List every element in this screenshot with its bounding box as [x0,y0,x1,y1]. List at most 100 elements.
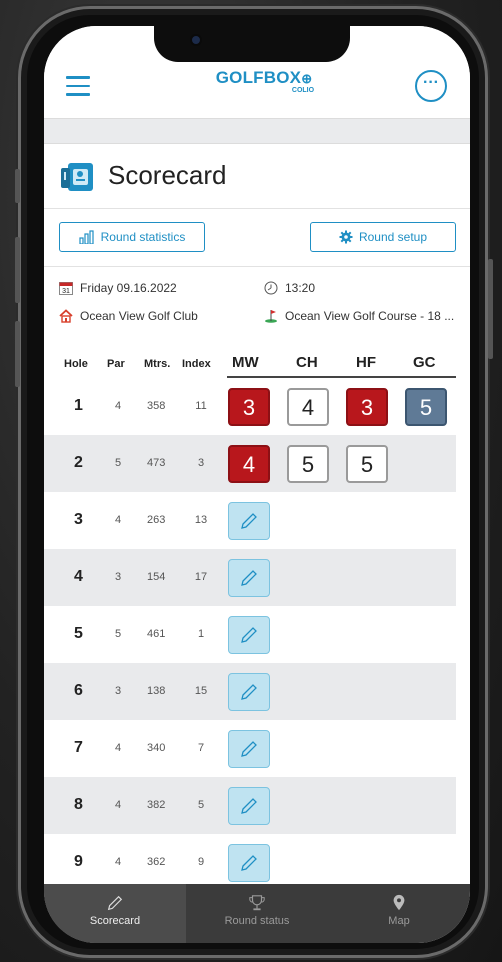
calendar-icon: 31 [59,282,73,295]
hole-number: 8 [74,796,83,813]
hole-index: 15 [194,685,208,697]
hole-par: 4 [115,400,122,412]
table-row: 4 3 154 17 [44,549,456,606]
header-player-hf: HF [356,354,376,371]
hole-meters: 138 [147,685,166,697]
clock-icon [264,281,278,295]
table-row: 8 4 382 5 [44,777,456,834]
pencil-icon [241,798,257,814]
score-cell-ch[interactable]: 5 [287,445,329,483]
calendar-day: 31 [62,288,70,295]
score-cell-mw[interactable]: 3 [228,388,270,426]
bottom-navigation: Scorecard Round status Map [44,884,470,943]
scorecard-icon [61,163,93,191]
score-cell-hf[interactable]: 5 [346,445,388,483]
edit-score-button[interactable] [228,616,270,654]
hole-par: 3 [115,685,122,697]
score-cell-gc[interactable]: 5 [405,388,447,426]
edit-score-button[interactable] [228,673,270,711]
trophy-icon [249,895,265,911]
nav-map[interactable]: Map [328,884,470,943]
hole-par: 5 [115,457,122,469]
edit-score-button[interactable] [228,502,270,540]
page-title: Scorecard [108,160,227,190]
hole-par: 5 [115,628,122,640]
round-date: 31 Friday 09.16.2022 [59,281,177,295]
more-options-button[interactable]: ··· [415,70,447,102]
score-cell-hf[interactable]: 3 [346,388,388,426]
pencil-icon [241,513,257,529]
hole-meters: 473 [147,457,166,469]
round-info: 31 Friday 09.16.2022 13:20 Ocean View Go… [44,267,470,337]
hole-par: 4 [115,742,122,754]
hole-number: 5 [74,625,83,642]
header-par: Par [107,358,125,370]
pencil-icon [241,855,257,871]
hole-index: 7 [197,742,205,754]
hole-number: 2 [74,454,83,471]
edit-score-button[interactable] [228,559,270,597]
nav-scorecard[interactable]: Scorecard [44,884,186,943]
hole-index: 1 [197,628,205,640]
hole-meters: 358 [147,400,166,412]
pencil-icon [241,627,257,643]
table-row: 9 4 362 9 [44,834,456,891]
edit-score-button[interactable] [228,730,270,768]
gear-icon [339,230,353,244]
pencil-icon [241,570,257,586]
round-date-text: Friday 09.16.2022 [80,281,177,295]
hole-par: 4 [115,799,122,811]
round-time-text: 13:20 [285,281,316,295]
nav-map-label: Map [388,915,410,927]
header-player-gc: GC [413,354,436,371]
hole-index: 9 [197,856,205,868]
nav-round-status-label: Round status [224,915,290,927]
header-index: Index [182,358,211,370]
camera [190,34,202,46]
hole-number: 4 [74,568,83,585]
edit-score-button[interactable] [228,787,270,825]
hole-index: 11 [195,400,207,412]
power-button [488,259,493,359]
map-pin-icon [393,894,405,911]
action-buttons-row: Round statistics Round setup [44,209,470,267]
score-cell-mw[interactable]: 4 [228,445,270,483]
title-row: Scorecard [44,144,470,209]
hole-number: 7 [74,739,83,756]
header-player-mw: MW [232,354,259,371]
scorecard-table-header: Hole Par Mtrs. Index MW CH HF GC [44,348,470,378]
score-cell-ch[interactable]: 4 [287,388,329,426]
logo-text: GOLFBOX [215,68,302,87]
hole-meters: 340 [147,742,166,754]
round-setup-label: Round setup [358,230,428,244]
hole-meters: 461 [147,628,166,640]
volume-up-button [15,237,20,303]
hole-meters: 154 [147,571,166,583]
round-statistics-label: Round statistics [100,230,186,244]
hole-par: 4 [115,514,122,526]
hole-number: 6 [74,682,83,699]
club-name-text: Ocean View Golf Club [80,309,198,323]
pencil-icon [107,895,123,911]
hole-number: 3 [74,511,83,528]
hole-index: 5 [197,799,205,811]
table-row: 5 5 461 1 [44,606,456,663]
round-time: 13:20 [264,281,315,295]
header-hole: Hole [64,358,88,370]
hole-par: 4 [115,856,122,868]
menu-icon[interactable] [66,76,90,96]
round-statistics-button[interactable]: Round statistics [59,222,205,252]
logo-subtext: COLIO [291,87,315,94]
notch [154,26,350,62]
hole-index: 3 [197,457,205,469]
clubhouse-icon [59,309,73,323]
round-setup-button[interactable]: Round setup [310,222,456,252]
hole-meters: 382 [147,799,166,811]
pencil-icon [241,741,257,757]
bar-chart-icon [79,230,94,244]
nav-scorecard-label: Scorecard [89,915,141,927]
edit-score-button[interactable] [228,844,270,882]
nav-round-status[interactable]: Round status [186,884,328,943]
hole-par: 3 [115,571,122,583]
header-divider-band [44,118,470,144]
